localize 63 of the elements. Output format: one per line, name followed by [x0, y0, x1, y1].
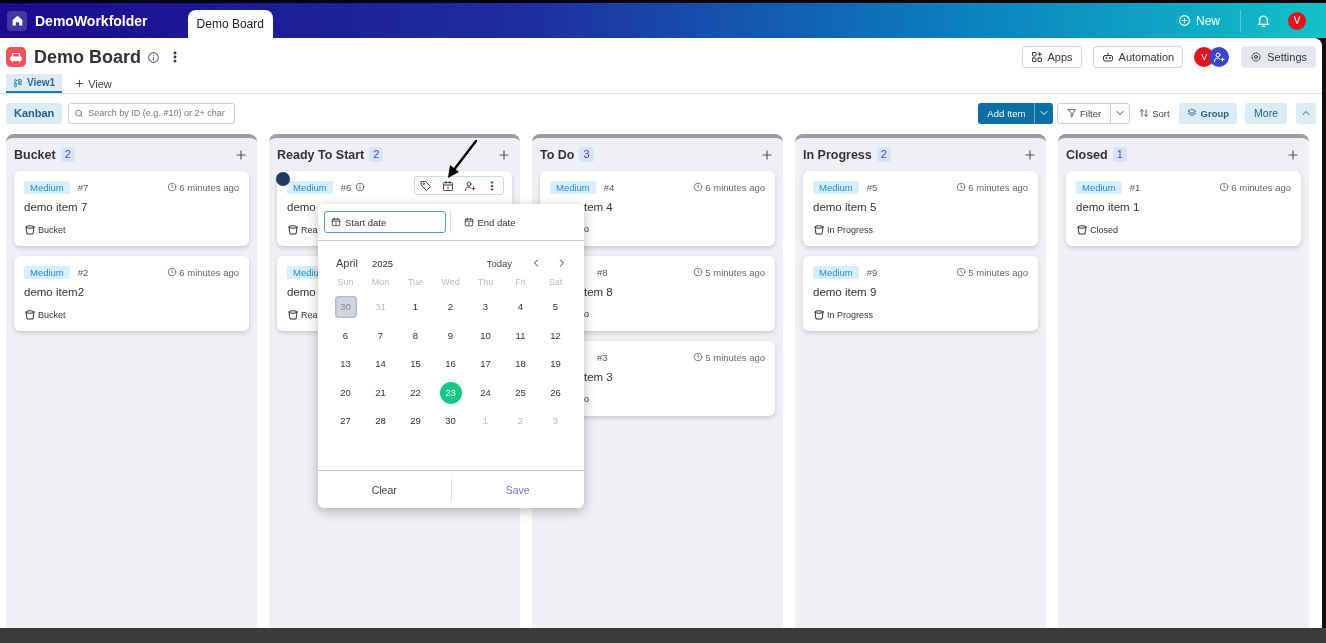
- item-status: Rea: [301, 225, 318, 235]
- item-id: #1: [1129, 181, 1141, 193]
- item-id: #9: [866, 266, 878, 278]
- item-title: tem 3: [584, 371, 614, 385]
- column-title: Ready To Start: [277, 147, 365, 162]
- weekday-label: Sat: [547, 277, 564, 289]
- item-count: 2: [369, 147, 384, 162]
- item-id: #6: [340, 181, 352, 193]
- time-text: 6 minutes ago: [179, 266, 239, 278]
- time-text: 5 minutes ago: [968, 266, 1028, 278]
- column-title: Bucket: [14, 147, 56, 162]
- column-title: To Do: [540, 147, 575, 162]
- item-count: 3: [579, 147, 594, 162]
- item-title: demo: [287, 201, 317, 215]
- weekday-label: Sun: [336, 277, 355, 289]
- item-title: demo item 1: [1076, 201, 1141, 215]
- column-title: In Progress: [803, 147, 872, 162]
- item-title: tem 4: [584, 201, 614, 215]
- item-status: o: [584, 309, 589, 319]
- item-status: Bucket: [38, 225, 66, 235]
- item-id: #3: [597, 351, 608, 363]
- item-count: 2: [876, 147, 891, 162]
- item-title: tem 8: [584, 286, 614, 300]
- weekday-label: Wed: [440, 277, 461, 289]
- item-status: Closed: [1090, 225, 1118, 235]
- item-status: o: [584, 394, 589, 404]
- weekday-label: Thu: [476, 277, 495, 289]
- priority-tag: Medium: [1076, 180, 1122, 194]
- time-text: 6 minutes ago: [1231, 181, 1291, 193]
- priority-tag: Medium: [550, 180, 596, 194]
- priority-tag: Medium: [813, 265, 859, 279]
- time-text: 6 minutes ago: [705, 181, 765, 193]
- item-id: #2: [77, 266, 89, 278]
- weekday-label: Tue: [406, 277, 425, 289]
- column-title: Closed: [1066, 147, 1108, 162]
- priority-tag: Medium: [287, 180, 333, 194]
- item-title: demo item 5: [813, 201, 878, 215]
- time-text: 5 minutes ago: [705, 351, 765, 363]
- item-title: demo: [287, 286, 317, 300]
- time-text: 6 minutes ago: [179, 181, 239, 193]
- time-text: 5 minutes ago: [705, 266, 765, 278]
- item-status: In Progress: [827, 225, 874, 235]
- priority-tag: Medium: [813, 180, 859, 194]
- item-id: #5: [866, 181, 878, 193]
- item-id: #4: [603, 181, 615, 193]
- priority-tag: Medium: [24, 180, 70, 194]
- item-status: Rea: [301, 310, 318, 320]
- item-title: demo item2: [24, 286, 86, 300]
- item-count: 1: [1112, 147, 1127, 162]
- item-status: Bucket: [38, 310, 66, 320]
- item-id: #7: [77, 181, 89, 193]
- item-title: demo item 9: [813, 286, 878, 300]
- item-status: o: [584, 224, 589, 234]
- weekday-label: Fri: [514, 277, 527, 289]
- item-id: #8: [597, 266, 608, 278]
- item-status: In Progress: [827, 310, 874, 320]
- time-text: 6 minutes ago: [968, 181, 1028, 193]
- item-title: demo item 7: [24, 201, 89, 215]
- board-title: Demo Board: [34, 46, 141, 68]
- priority-tag: Medium: [24, 265, 70, 279]
- item-count: 2: [60, 147, 75, 162]
- workspace-name: DemoWorkfolder: [35, 12, 148, 29]
- weekday-label: Mon: [370, 277, 391, 289]
